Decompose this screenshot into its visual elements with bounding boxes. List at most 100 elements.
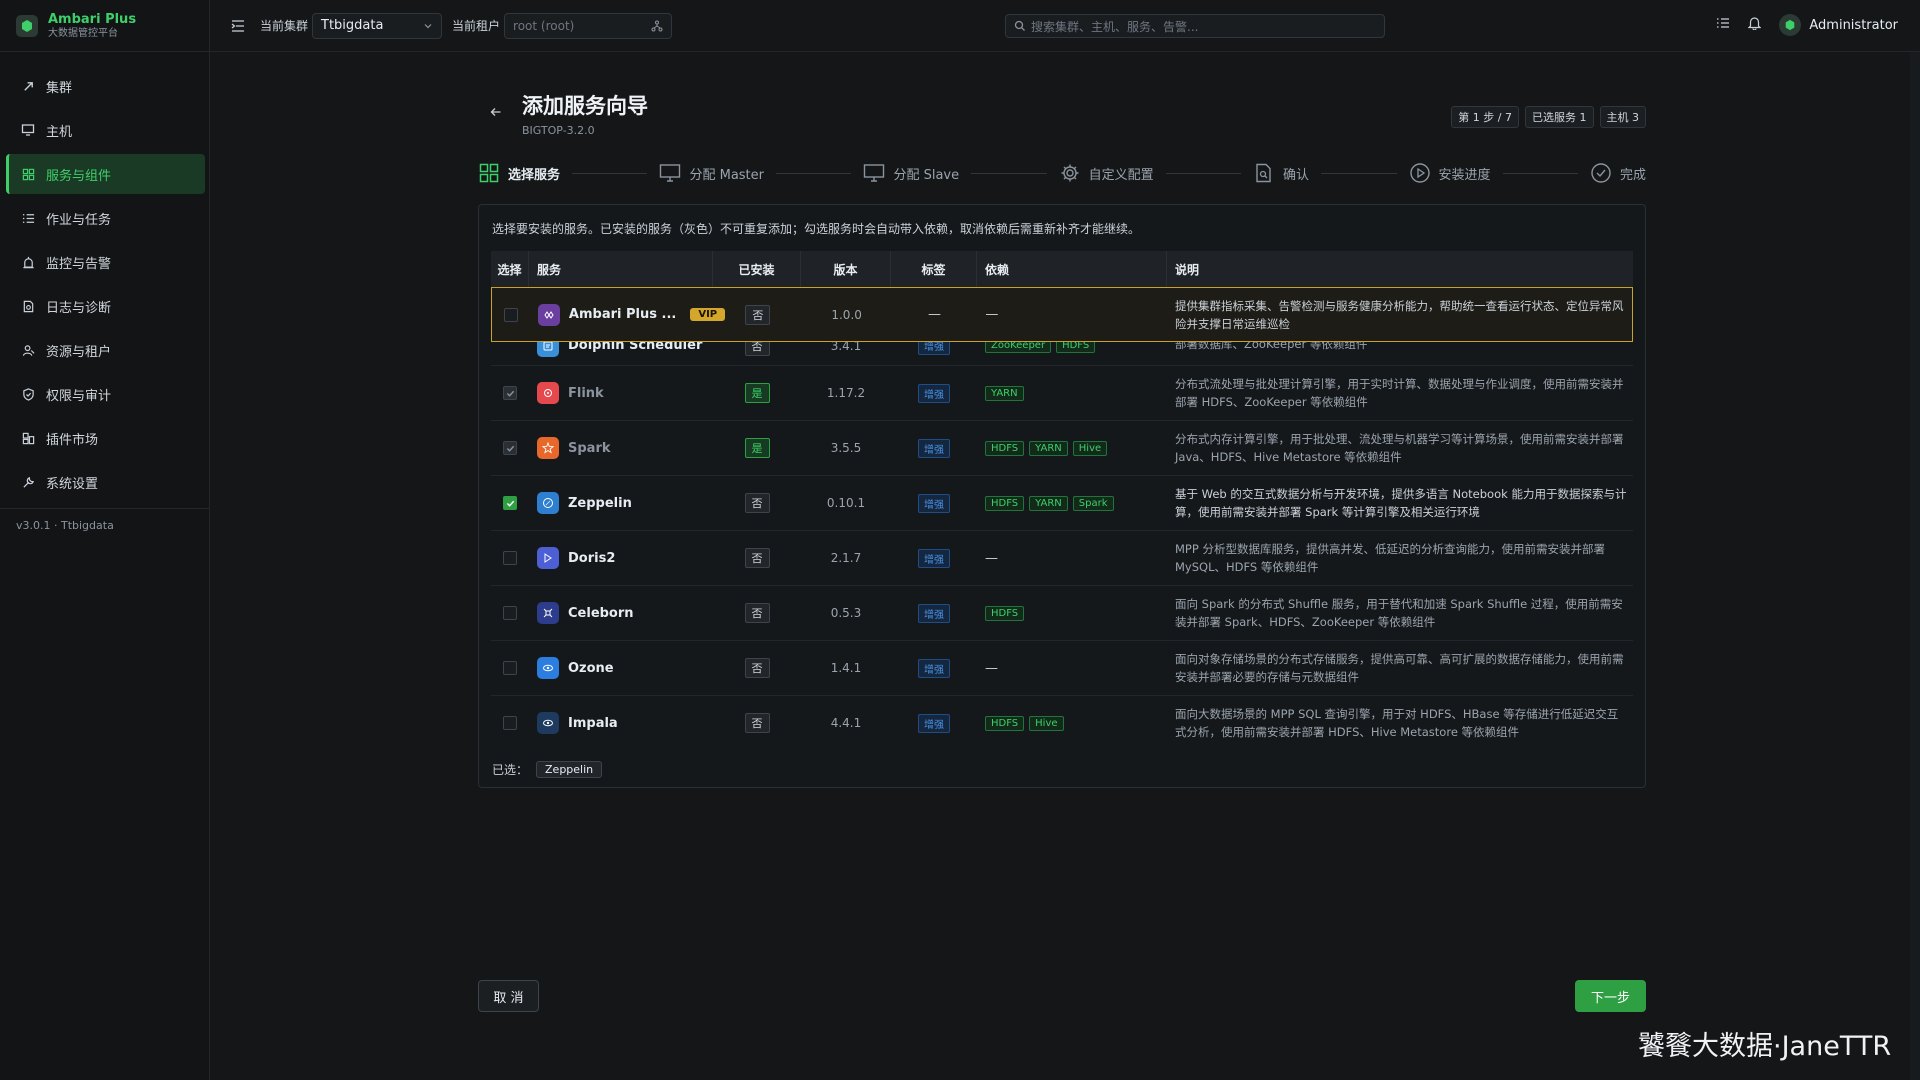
sidebar-item-jobs[interactable]: 作业与任务 [6,198,205,238]
service-version: 0.10.1 [826,496,866,510]
cancel-button[interactable]: 取 消 [478,980,539,1012]
dependency-badge: Hive [1029,715,1064,731]
service-description: MPP 分析型数据库服务，提供高并发、低延迟的分析查询能力，使用前需安装并部署 … [1175,542,1605,574]
service-tag: 增强 [918,493,950,513]
service-version: 2.1.7 [830,551,862,565]
sidebar-item-label: 系统设置 [46,476,99,492]
brand[interactable]: Ambari Plus 大数据管控平台 [0,0,209,52]
table-row[interactable]: Spark 是 3.5.5 增强 HDFS YARN Hive 分布式内存计算引… [491,421,1633,476]
user-menu[interactable]: Administrator [1779,14,1898,36]
column-header-tag: 标签 [891,251,977,287]
tenant-tree-icon [651,20,663,31]
step-label: 完成 [1619,167,1646,183]
sidebar-item-label: 作业与任务 [46,212,112,228]
row-checkbox[interactable] [503,386,517,400]
flink-icon [537,382,559,404]
table-row[interactable]: Ozone 否 1.4.1 增强 — 面向对象存储场景的分布式存储服务，提供高可… [491,641,1633,696]
sidebar-item-label: 服务与组件 [46,168,112,184]
grid-icon [20,166,36,182]
column-header-service: 服务 [529,251,713,287]
monitor-icon [863,162,885,184]
tenant-input[interactable]: root (root) [504,12,673,39]
service-tag: 增强 [918,548,950,568]
back-button[interactable] [488,104,504,120]
page-title: 添加服务向导 [522,94,648,118]
table-row[interactable]: Flink 是 1.17.2 增强 YARN 分布式流处理与批处理计算引擎，用于… [491,366,1633,421]
table-row[interactable]: Celeborn 否 0.5.3 增强 HDFS 面向 Spark 的分布式 S… [491,586,1633,641]
bell-icon[interactable] [1747,16,1762,34]
sidebar-item-logs[interactable]: 日志与诊断 [6,286,205,326]
global-search-input[interactable]: 搜索集群、主机、服务、告警... [1005,14,1385,38]
dependency-badge: YARN [985,385,1024,401]
brand-logo-icon [16,14,38,37]
sidebar-nav: 集群 主机 服务与组件 作业与任务 监控与告警 日志与诊断 资源与租户 权限与审… [0,52,209,502]
grid-icon [478,162,500,184]
collapse-sidebar-button[interactable] [228,16,248,36]
service-description: 分布式流处理与批处理计算引擎，用于实时计算、数据处理与作业调度，使用前需安装并部… [1175,377,1624,409]
step-select-services[interactable]: 选择服务 [478,162,560,184]
sidebar-item-resources[interactable]: 资源与租户 [6,330,205,370]
check-circle-icon [1590,162,1612,184]
step-assign-master[interactable]: 分配 Master [659,162,764,184]
service-deps-empty: — [985,550,998,566]
step-label: 选择服务 [508,167,561,183]
cluster-select[interactable]: Ttbigdata [312,12,443,39]
row-checkbox[interactable] [503,441,517,455]
selected-chip[interactable]: Zeppelin [536,761,603,778]
alarm-icon [20,254,36,270]
sidebar-item-permissions[interactable]: 权限与审计 [6,374,205,414]
gear-icon [1059,162,1081,184]
selected-label: 已选： [492,763,529,777]
step-label: 分配 Master [689,167,764,183]
table-row[interactable]: Doris2 否 2.1.7 增强 — MPP 分析型数据库服务，提供高并发、低… [491,531,1633,586]
service-name: Impala [568,715,618,731]
app-version: v3.0.1 · Ttbigdata [16,519,114,532]
step-assign-slave[interactable]: 分配 Slave [863,162,959,184]
dependency-badge: HDFS [985,495,1025,511]
dependency-badge: HDFS [985,605,1025,621]
selection-hint: 选择要安装的服务。已安装的服务（灰色）不可重复添加；勾选服务时会自动带入依赖，取… [492,222,1141,236]
sidebar-item-settings[interactable]: 系统设置 [6,462,205,502]
row-checkbox[interactable] [503,551,517,565]
table-row[interactable]: Ambari Plus ... VIP 否 1.0.0 — — 提供集群指标采集… [491,287,1633,342]
service-table[interactable]: 选择 服务 已安装 版本 标签 依赖 说明 Ambari Plus ... VI… [491,251,1633,747]
table-row[interactable]: Zeppelin 否 0.10.1 增强 HDFS YARN Spark 基于 … [491,476,1633,531]
step-install-progress[interactable]: 安装进度 [1409,162,1491,184]
step-confirm[interactable]: 确认 [1253,162,1309,184]
step-customize-config[interactable]: 自定义配置 [1059,162,1154,184]
page-scrollbar[interactable] [1910,52,1920,1080]
log-icon [20,298,36,314]
row-checkbox[interactable] [503,496,517,510]
sidebar-item-label: 权限与审计 [46,388,112,404]
step-complete[interactable]: 完成 [1590,162,1646,184]
sidebar-item-hosts[interactable]: 主机 [6,110,205,150]
search-placeholder: 搜索集群、主机、服务、告警... [1031,19,1199,34]
row-checkbox[interactable] [503,716,517,730]
shield-icon [20,386,36,402]
task-list-icon[interactable] [1716,16,1730,34]
sidebar-item-label: 集群 [46,80,73,96]
row-checkbox[interactable] [503,307,518,322]
service-version: 4.4.1 [830,716,862,730]
table-row[interactable]: Impala 否 4.4.1 增强 HDFS Hive 面向大数据场景的 MPP… [491,696,1633,747]
row-checkbox[interactable] [503,661,517,675]
service-deps-empty: — [985,307,999,322]
service-version: 1.4.1 [830,661,862,675]
rocket-icon [20,78,36,94]
tenant-icon [20,342,36,358]
service-description: 分布式内存计算引擎，用于批处理、流处理与机器学习等计算场景，使用前需安装并部署 … [1175,432,1624,464]
row-checkbox[interactable] [503,606,517,620]
sidebar-item-services[interactable]: 服务与组件 [6,154,205,194]
play-circle-icon [1409,162,1431,184]
service-selection-panel: 选择要安装的服务。已安装的服务（灰色）不可重复添加；勾选服务时会自动带入依赖，取… [478,204,1646,788]
sidebar-item-cluster[interactable]: 集群 [6,66,205,106]
sidebar-item-monitoring[interactable]: 监控与告警 [6,242,205,282]
sidebar-item-plugins[interactable]: 插件市场 [6,418,205,458]
step-connector [971,172,1047,174]
spark-icon [537,437,559,459]
next-button[interactable]: 下一步 [1575,980,1646,1012]
service-tag: — [927,307,941,322]
installed-badge: 否 [745,304,771,325]
search-icon [1014,20,1025,31]
step-label: 安装进度 [1438,167,1491,183]
